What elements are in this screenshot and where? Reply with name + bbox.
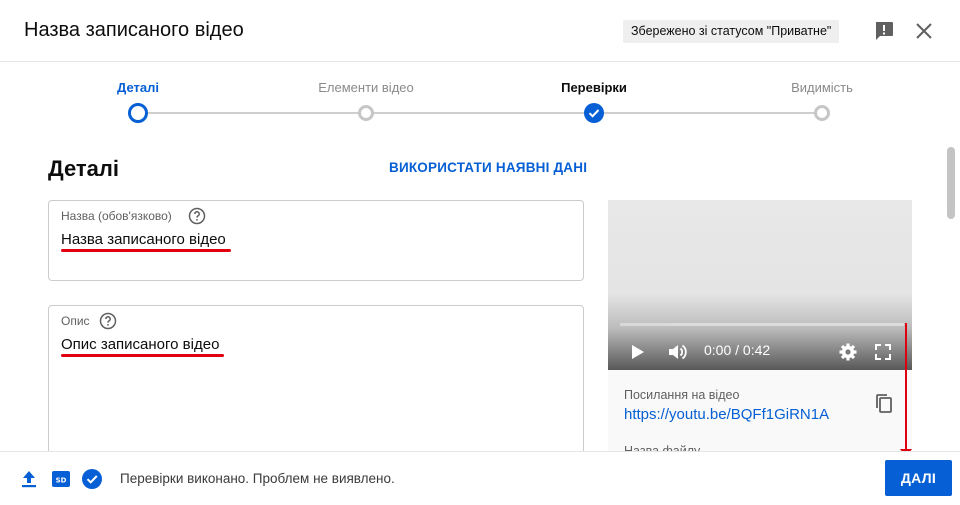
title-field-label: Назва (обов'язково) <box>61 209 172 223</box>
volume-icon[interactable] <box>666 341 688 363</box>
checks-status-text: Перевірки виконано. Проблем не виявлено. <box>120 471 395 486</box>
step-video-elements-dot[interactable] <box>358 105 374 121</box>
step-visibility-dot[interactable] <box>814 105 830 121</box>
video-link[interactable]: https://youtu.be/BQFf1GiRN1A <box>624 406 829 423</box>
step-video-elements-label[interactable]: Елементи відео <box>318 80 414 95</box>
check-icon <box>588 109 600 118</box>
video-link-label: Посилання на відео <box>624 388 740 402</box>
annotation-underline <box>61 354 224 357</box>
title-field[interactable]: Назва (обов'язково) Назва записаного від… <box>48 200 584 281</box>
step-details-label[interactable]: Деталі <box>117 80 159 95</box>
annotation-underline <box>61 249 231 252</box>
check-circle-icon[interactable] <box>81 468 103 490</box>
video-progress-fill <box>620 323 672 326</box>
details-heading: Деталі <box>48 156 119 181</box>
video-time: 0:00 / 0:42 <box>704 342 771 358</box>
next-button[interactable]: ДАЛІ <box>885 460 952 496</box>
play-icon[interactable] <box>626 341 648 363</box>
copy-icon[interactable] <box>872 392 896 416</box>
upload-icon[interactable] <box>18 468 40 490</box>
close-icon[interactable] <box>912 19 936 43</box>
dialog-header: Назва записаного відео Збережено зі стат… <box>0 0 960 62</box>
feedback-icon[interactable] <box>872 19 896 43</box>
dialog-title: Назва записаного відео <box>24 19 244 41</box>
help-icon[interactable] <box>99 312 117 330</box>
sd-icon[interactable]: SD <box>50 468 72 490</box>
svg-text:SD: SD <box>56 477 67 485</box>
description-field-value[interactable]: Опис записаного відео <box>61 336 219 353</box>
video-player[interactable]: 0:00 / 0:42 <box>608 200 912 370</box>
description-field[interactable]: Опис Опис записаного відео <box>48 305 584 465</box>
settings-gear-icon[interactable] <box>837 341 859 363</box>
upload-stepper: Деталі Елементи відео Перевірки Видиміст… <box>0 62 945 142</box>
reuse-details-link[interactable]: ВИКОРИСТАТИ НАЯВНІ ДАНІ <box>389 160 587 175</box>
video-preview-panel: 0:00 / 0:42 Посилання на відео https://y… <box>608 200 912 452</box>
annotation-arrow-line <box>905 323 907 454</box>
status-badge: Збережено зі статусом "Приватне" <box>623 20 840 43</box>
dialog-footer: SD Перевірки виконано. Проблем не виявле… <box>0 451 960 505</box>
video-progress-bar[interactable] <box>620 323 904 326</box>
step-checks-label[interactable]: Перевірки <box>561 80 627 95</box>
step-visibility-label[interactable]: Видимість <box>791 80 853 95</box>
step-details-dot[interactable] <box>128 103 148 123</box>
description-field-label: Опис <box>61 314 90 328</box>
help-icon[interactable] <box>188 207 206 225</box>
scrollbar-thumb[interactable] <box>947 147 955 219</box>
stepper-line <box>138 112 822 114</box>
fullscreen-icon[interactable] <box>872 341 894 363</box>
step-checks-dot[interactable] <box>584 103 604 123</box>
title-field-value[interactable]: Назва записаного відео <box>61 231 226 248</box>
